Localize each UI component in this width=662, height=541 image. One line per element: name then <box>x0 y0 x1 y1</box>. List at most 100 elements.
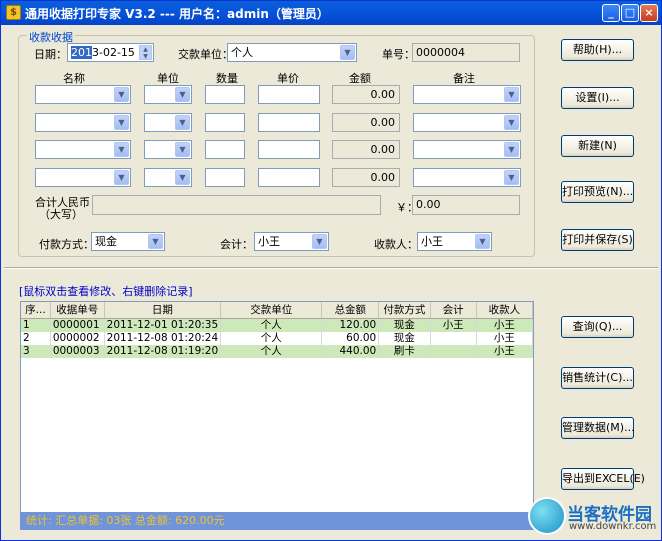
accountant-label: 会计： <box>220 238 253 251</box>
minimize-button[interactable]: _ <box>602 4 620 22</box>
print-preview-button[interactable]: 打印预览(N)... <box>561 181 634 203</box>
col-unit-header: 单位 <box>157 72 179 85</box>
item-qty-input[interactable] <box>205 85 245 104</box>
item-amount-field: 0.00 <box>332 113 400 132</box>
records-hint: [鼠标双击查看修改、右键删除记录] <box>19 285 193 298</box>
item-price-input[interactable] <box>258 85 320 104</box>
col-header-payment[interactable]: 付款方式 <box>378 302 431 319</box>
chevron-down-icon[interactable]: ▼ <box>175 115 190 130</box>
cell-total: 440.00 <box>321 344 380 358</box>
export-excel-button[interactable]: 导出到EXCEL(E) <box>561 468 645 490</box>
date-label: 日期： <box>34 48 67 61</box>
window-title: 通用收据打印专家 V3.2 --- 用户名：admin（管理员） <box>25 7 329 21</box>
item-name-select[interactable]: ▼ <box>35 168 131 187</box>
chevron-down-icon[interactable]: ▼ <box>114 87 129 102</box>
maximize-button[interactable]: □ <box>621 4 639 22</box>
chevron-down-icon[interactable]: ▼ <box>504 87 519 102</box>
chevron-down-icon[interactable]: ▼ <box>114 170 129 185</box>
party-select[interactable]: 个人 ▼ <box>227 43 357 62</box>
item-price-input[interactable] <box>258 140 320 159</box>
chevron-down-icon[interactable]: ▼ <box>312 234 327 249</box>
table-row[interactable]: 3 0000003 2011-12-08 01:19:20 个人 440.00 … <box>21 344 534 358</box>
col-header-accountant[interactable]: 会计 <box>430 302 477 319</box>
chevron-down-icon[interactable]: ▼ <box>175 142 190 157</box>
col-header-receipt-no[interactable]: 收据单号 <box>50 302 105 319</box>
print-save-button[interactable]: 打印并保存(S) <box>561 229 634 251</box>
item-unit-select[interactable]: ▼ <box>144 113 192 132</box>
cell-seq: 3 <box>21 344 51 358</box>
payee-value: 小王 <box>421 235 443 248</box>
chevron-down-icon[interactable]: ▼ <box>114 115 129 130</box>
cell-accountant: 小王 <box>430 318 477 332</box>
help-button[interactable]: 帮助(H)... <box>561 39 634 61</box>
item-name-select[interactable]: ▼ <box>35 113 131 132</box>
cell-date: 2011-12-08 01:20:24 <box>104 331 222 345</box>
item-price-input[interactable] <box>258 168 320 187</box>
item-name-select[interactable]: ▼ <box>35 140 131 159</box>
item-unit-select[interactable]: ▼ <box>144 85 192 104</box>
cell-date: 2011-12-01 01:20:35 <box>104 318 222 332</box>
cell-total: 120.00 <box>321 318 380 332</box>
total-label-line2: （大写） <box>39 208 83 221</box>
records-table[interactable]: 序... 收据单号 日期 交款单位 总金额 付款方式 会计 收款人 1 0000… <box>20 301 534 513</box>
item-qty-input[interactable] <box>205 168 245 187</box>
item-remark-select[interactable]: ▼ <box>413 168 521 187</box>
party-label: 交款单位： <box>178 48 233 61</box>
watermark-url: www.downkr.com <box>569 521 657 532</box>
item-remark-select[interactable]: ▼ <box>413 85 521 104</box>
cell-date: 2011-12-08 01:19:20 <box>104 344 222 358</box>
chevron-down-icon[interactable]: ▼ <box>475 234 490 249</box>
col-header-payee[interactable]: 收款人 <box>476 302 534 319</box>
item-unit-select[interactable]: ▼ <box>144 168 192 187</box>
cell-payee: 小王 <box>476 344 534 358</box>
chevron-down-icon[interactable]: ▼ <box>504 142 519 157</box>
cell-payee: 小王 <box>476 318 534 332</box>
chevron-down-icon[interactable]: ▼ <box>340 45 355 60</box>
new-button[interactable]: 新建(N) <box>561 135 634 157</box>
chevron-down-icon[interactable]: ▼ <box>175 170 190 185</box>
total-uppercase-field <box>92 195 381 215</box>
table-row[interactable]: 1 0000001 2011-12-01 01:20:35 个人 120.00 … <box>21 318 534 332</box>
item-amount-field: 0.00 <box>332 140 400 159</box>
item-price-input[interactable] <box>258 113 320 132</box>
item-remark-select[interactable]: ▼ <box>413 113 521 132</box>
table-row[interactable]: 2 0000002 2011-12-08 01:20:24 个人 60.00 现… <box>21 331 534 345</box>
cell-payment: 现金 <box>378 318 431 332</box>
chevron-down-icon[interactable]: ▼ <box>175 87 190 102</box>
date-picker[interactable]: 2013-02-15 ▲ ▼ <box>67 43 154 62</box>
sales-stats-button[interactable]: 销售统计(C)... <box>561 367 634 389</box>
item-qty-input[interactable] <box>205 113 245 132</box>
payee-label: 收款人： <box>374 238 418 251</box>
party-value: 个人 <box>231 46 253 59</box>
col-header-total[interactable]: 总金额 <box>321 302 380 319</box>
cell-total: 60.00 <box>321 331 380 345</box>
chevron-down-icon[interactable]: ▼ <box>148 234 163 249</box>
settings-button[interactable]: 设置(I)... <box>561 87 634 109</box>
chevron-down-icon[interactable]: ▼ <box>504 170 519 185</box>
item-qty-input[interactable] <box>205 140 245 159</box>
item-unit-select[interactable]: ▼ <box>144 140 192 159</box>
close-button[interactable]: × <box>640 4 658 22</box>
col-header-party[interactable]: 交款单位 <box>220 302 323 319</box>
cell-seq: 2 <box>21 331 51 345</box>
chevron-down-icon[interactable]: ▼ <box>504 115 519 130</box>
cell-payment: 刷卡 <box>378 344 431 358</box>
cell-receipt-no: 0000002 <box>50 331 105 345</box>
cell-receipt-no: 0000003 <box>50 344 105 358</box>
number-field: 0000004 <box>412 43 520 62</box>
chevron-down-icon[interactable]: ▼ <box>114 142 129 157</box>
date-spin-icon[interactable]: ▲ ▼ <box>139 45 152 60</box>
col-header-seq[interactable]: 序... <box>21 302 51 319</box>
cell-payment: 现金 <box>378 331 431 345</box>
col-header-date[interactable]: 日期 <box>104 302 222 319</box>
records-summary-bar: 统计: 汇总单据: 03张 总金额: 620.00元 <box>20 512 534 530</box>
payment-select[interactable]: 现金 ▼ <box>91 232 165 251</box>
date-rest: 3-02-15 <box>92 46 135 59</box>
query-button[interactable]: 查询(Q)... <box>561 316 634 338</box>
item-name-select[interactable]: ▼ <box>35 85 131 104</box>
manage-data-button[interactable]: 管理数据(M)... <box>561 417 635 439</box>
item-remark-select[interactable]: ▼ <box>413 140 521 159</box>
accountant-select[interactable]: 小王 ▼ <box>254 232 329 251</box>
title-bar: $ 通用收据打印专家 V3.2 --- 用户名：admin（管理员） _ □ × <box>1 1 661 25</box>
payee-select[interactable]: 小王 ▼ <box>417 232 492 251</box>
